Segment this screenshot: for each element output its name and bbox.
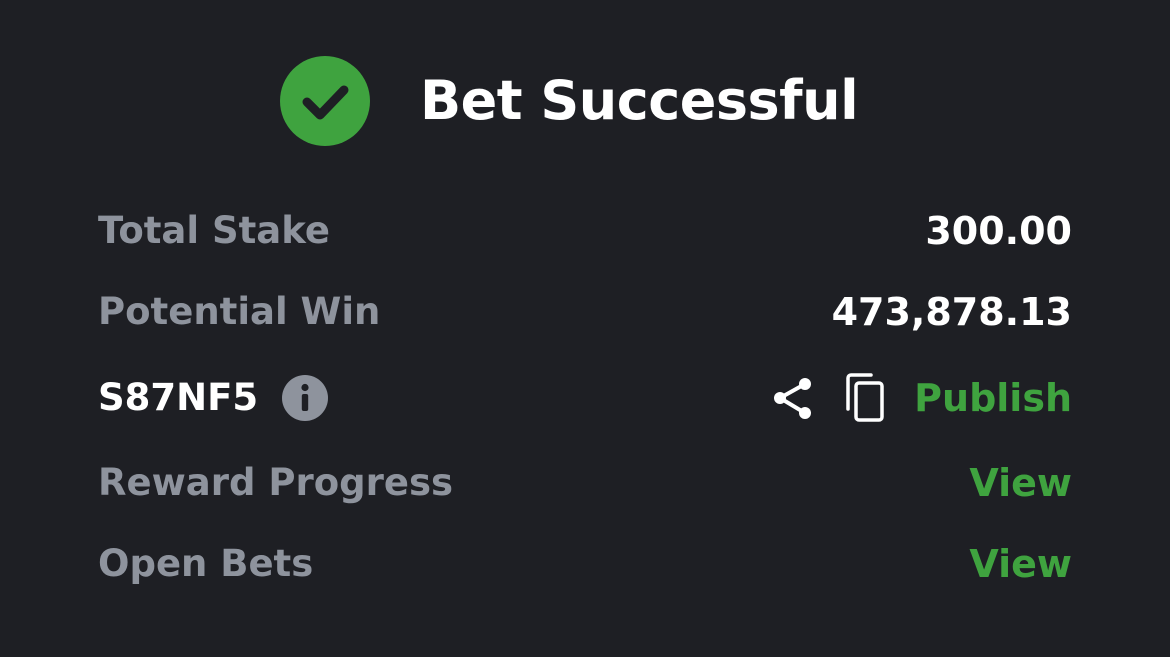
potential-win-label: Potential Win [98, 290, 381, 333]
copy-icon[interactable] [844, 372, 888, 424]
publish-link[interactable]: Publish [914, 368, 1072, 428]
total-stake-label: Total Stake [98, 209, 330, 252]
reward-progress-view-link[interactable]: View [969, 453, 1072, 513]
booking-code: S87NF5 [98, 376, 259, 419]
open-bets-view-link[interactable]: View [969, 534, 1072, 594]
check-circle-icon [280, 56, 370, 146]
bet-success-header: Bet Successful [0, 56, 1170, 146]
total-stake-value: 300.00 [925, 209, 1072, 253]
booking-code-row: S87NF5 Publish [98, 368, 1072, 428]
total-stake-row: Total Stake 300.00 [98, 201, 1072, 261]
page-title: Bet Successful [420, 69, 859, 132]
open-bets-label: Open Bets [98, 542, 314, 585]
info-icon[interactable] [282, 375, 328, 421]
reward-progress-row: Reward Progress View [98, 453, 1072, 513]
open-bets-row: Open Bets View [98, 534, 1072, 594]
reward-progress-label: Reward Progress [98, 461, 454, 504]
potential-win-value: 473,878.13 [831, 290, 1072, 334]
share-icon[interactable] [770, 374, 816, 422]
potential-win-row: Potential Win 473,878.13 [98, 282, 1072, 342]
